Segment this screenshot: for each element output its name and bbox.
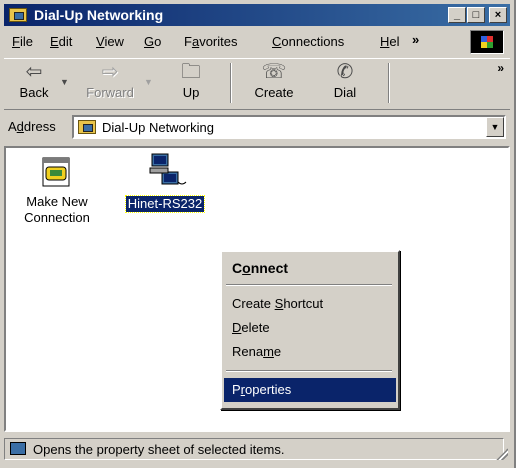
create-connection-icon: ☏ (261, 61, 287, 83)
dialup-folder-icon (78, 120, 96, 134)
context-menu-delete[interactable]: Delete (224, 316, 396, 340)
dialup-folder-icon (9, 8, 27, 22)
close-button[interactable]: × (489, 7, 507, 23)
forward-arrow-icon: ⇨ (101, 61, 119, 83)
address-bar: Address Dial-Up Networking ▼ (4, 112, 510, 142)
back-button[interactable]: ⇦ Back (12, 59, 56, 107)
context-menu-rename[interactable]: Rename (224, 340, 396, 364)
status-panel: Opens the property sheet of selected ite… (4, 438, 504, 460)
resize-grip-icon[interactable] (496, 448, 508, 460)
forward-dropdown-icon[interactable]: ▼ (144, 77, 153, 87)
menu-go[interactable]: Go (144, 34, 161, 49)
window-title: Dial-Up Networking (34, 7, 164, 23)
dial-phone-icon: ✆ (336, 61, 354, 83)
menu-separator (226, 284, 392, 286)
context-menu-create-shortcut[interactable]: Create Shortcut (224, 292, 396, 316)
context-menu-properties[interactable]: Properties (224, 378, 396, 402)
title-bar[interactable]: Dial-Up Networking _ □ × (4, 4, 510, 26)
create-button[interactable]: ☏ Create (244, 59, 304, 107)
back-dropdown-icon[interactable]: ▼ (60, 77, 69, 87)
up-button[interactable]: 🗀 Up (164, 59, 218, 107)
context-menu-connect[interactable]: Connect (224, 256, 396, 280)
menu-help[interactable]: Hel (380, 34, 400, 49)
toolbar-separator (230, 63, 232, 103)
make-new-connection-icon (40, 156, 74, 190)
menu-connections[interactable]: Connections (272, 34, 344, 49)
address-field[interactable]: Dial-Up Networking ▼ (72, 115, 506, 139)
menu-file[interactable]: File (12, 34, 33, 49)
hinet-rs232-item[interactable]: Hinet-RS232 (120, 152, 210, 213)
status-bar: Opens the property sheet of selected ite… (4, 436, 510, 462)
menu-view[interactable]: View (96, 34, 124, 49)
standard-toolbar: ⇦ Back ▼ ⇨ Forward ▼ 🗀 Up ☏ Create ✆ Dia… (4, 58, 510, 110)
up-folder-icon: 🗀 (181, 61, 201, 83)
icon-label-selected: Hinet-RS232 (124, 195, 206, 213)
windows-logo-icon (470, 30, 504, 54)
toolbar-separator (388, 63, 390, 103)
address-dropdown-icon[interactable]: ▼ (486, 117, 504, 137)
computer-status-icon (10, 442, 26, 455)
maximize-button[interactable]: □ (467, 7, 485, 23)
address-value: Dial-Up Networking (102, 120, 214, 135)
address-label: Address (8, 119, 56, 134)
minimize-button[interactable]: _ (448, 7, 466, 23)
dial-button[interactable]: ✆ Dial (320, 59, 370, 107)
dialup-connection-icon (148, 152, 187, 192)
dialup-networking-window: Dial-Up Networking _ □ × File Edit View … (0, 0, 516, 468)
context-menu: Connect Create Shortcut Delete Rename Pr… (220, 250, 400, 410)
forward-button[interactable]: ⇨ Forward (78, 59, 142, 107)
back-arrow-icon: ⇦ (25, 61, 43, 83)
menu-edit[interactable]: Edit (50, 34, 72, 49)
menu-overflow-chevron-icon[interactable]: » (412, 32, 419, 47)
menu-bar: File Edit View Go Favorites Connections … (4, 28, 510, 56)
toolbar-overflow-chevron-icon[interactable]: » (497, 61, 504, 75)
icon-label-line2: Connection (24, 210, 90, 225)
menu-favorites[interactable]: Favorites (184, 34, 237, 49)
icon-label-line1: Make New (26, 194, 88, 209)
menu-separator (226, 370, 392, 372)
make-new-connection-item[interactable]: Make New Connection (12, 156, 102, 226)
status-text: Opens the property sheet of selected ite… (33, 442, 285, 457)
